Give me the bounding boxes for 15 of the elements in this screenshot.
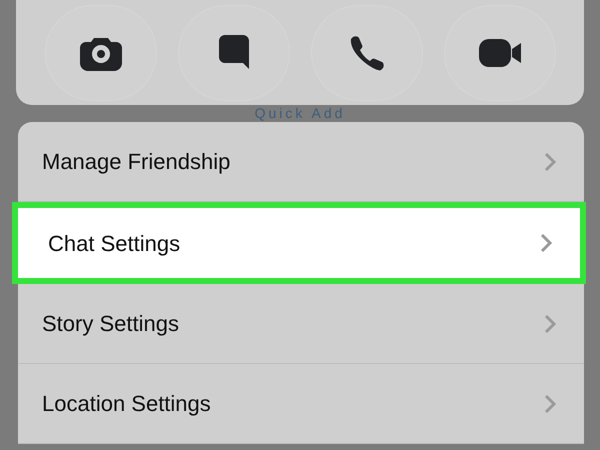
chat-bubble-icon (218, 34, 248, 70)
chevron-icon (544, 314, 556, 334)
menu-item[interactable]: Story Settings (18, 284, 584, 364)
phone-icon (348, 34, 384, 70)
chevron-icon (540, 233, 552, 253)
chevron-icon (544, 394, 556, 414)
menu-item-label: Chat Settings (48, 230, 180, 258)
chevron-icon (544, 152, 556, 172)
menu-item[interactable]: Location Settings (18, 364, 584, 444)
menu-item[interactable]: Chat Settings (12, 202, 586, 284)
menu-item-label: Story Settings (42, 310, 179, 338)
menu-item-label: Manage Friendship (42, 148, 230, 176)
menu-item-label: Location Settings (42, 390, 211, 418)
video-camera-icon (478, 38, 520, 66)
section-label: Quick Add (254, 105, 346, 122)
